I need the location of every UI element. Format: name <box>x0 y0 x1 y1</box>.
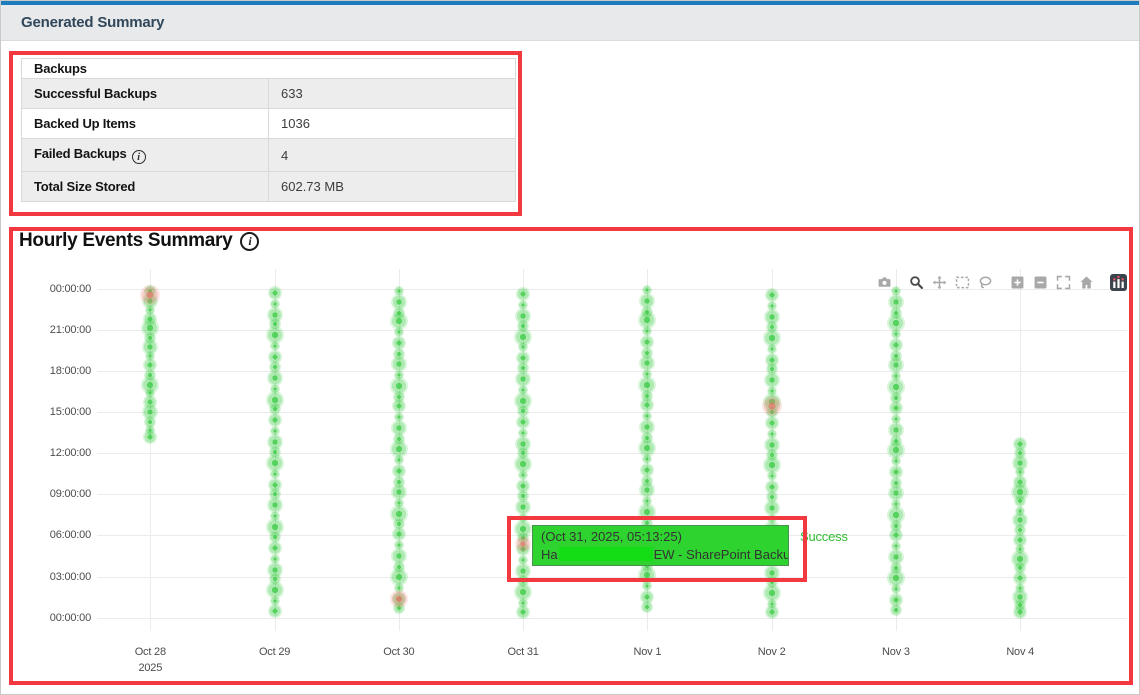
h-gridline <box>97 618 1127 619</box>
h-gridline <box>97 494 1127 495</box>
hover-series-label: Success <box>800 529 848 544</box>
x-tick-label: Nov 3 <box>882 644 910 660</box>
x-tick-sublabel: 2025 <box>135 660 166 676</box>
event-dot-success[interactable] <box>889 528 903 542</box>
y-tick-label: 06:00:00 <box>1 529 91 541</box>
tooltip-timestamp: (Oct 31, 2025, 05:13:25) <box>541 528 780 546</box>
x-tick-label: Nov 4 <box>1006 644 1034 660</box>
h-gridline <box>97 412 1127 413</box>
box-select-icon[interactable] <box>951 272 974 293</box>
chart-title: Hourly Events Summary <box>19 230 232 252</box>
zoom-in-icon[interactable] <box>1006 272 1029 293</box>
plotly-logo-icon[interactable] <box>1107 272 1130 293</box>
y-tick-label: 21:00:00 <box>1 324 91 336</box>
y-tick-label: 03:00:00 <box>1 571 91 583</box>
event-dot-success[interactable] <box>516 415 530 429</box>
hover-tooltip: (Oct 31, 2025, 05:13:25) HaEW - SharePoi… <box>532 525 789 566</box>
pan-icon[interactable] <box>928 272 951 293</box>
event-dot-success[interactable] <box>765 288 779 302</box>
h-gridline <box>97 330 1127 331</box>
event-dot-success[interactable] <box>765 605 779 619</box>
generated-summary-page: Generated Summary Backups Successful Bac… <box>0 0 1140 695</box>
event-dot-success[interactable] <box>640 398 654 412</box>
info-icon[interactable]: i <box>240 232 259 251</box>
y-tick-label: 00:00:00 <box>1 283 91 295</box>
y-tick-label: 18:00:00 <box>1 365 91 377</box>
x-tick-label: Nov 2 <box>758 644 786 660</box>
h-gridline <box>97 453 1127 454</box>
h-gridline <box>97 577 1127 578</box>
chart-title-row: Hourly Events Summary i <box>19 230 259 252</box>
h-gridline <box>97 371 1127 372</box>
event-dot-failed[interactable] <box>390 590 408 608</box>
zoom-icon[interactable] <box>905 272 928 293</box>
y-tick-label: 00:00:00 <box>1 612 91 624</box>
autoscale-icon[interactable] <box>1052 272 1075 293</box>
x-tick-label: Nov 1 <box>634 644 662 660</box>
y-tick-label: 15:00:00 <box>1 406 91 418</box>
chart-toolbar <box>873 272 1130 293</box>
y-tick-label: 12:00:00 <box>1 447 91 459</box>
lasso-icon[interactable] <box>974 272 997 293</box>
y-tick-label: 09:00:00 <box>1 488 91 500</box>
tooltip-arrow <box>532 539 533 553</box>
event-dot-failed[interactable] <box>762 396 782 416</box>
x-tick-label: Oct 282025 <box>135 644 166 676</box>
reset-home-icon[interactable] <box>1075 272 1098 293</box>
event-dot-success[interactable] <box>516 287 530 301</box>
event-dot-success[interactable] <box>268 541 282 555</box>
x-tick-label: Oct 30 <box>383 644 414 660</box>
hourly-events-scatter-plot: 00:00:00 21:00:00 18:00:00 15:00:00 12:00:00… <box>1 1 1139 694</box>
event-dot-success[interactable] <box>641 601 653 613</box>
event-dot-success[interactable] <box>268 286 282 300</box>
redaction-block <box>559 547 653 561</box>
event-dot-success[interactable] <box>143 430 157 444</box>
event-dot-success[interactable] <box>268 604 282 618</box>
tooltip-event-name: HaEW - SharePoint Backup (3 / 3) <box>541 546 780 564</box>
event-dot-success[interactable] <box>765 416 779 430</box>
event-dot-success[interactable] <box>392 527 406 541</box>
zoom-out-icon[interactable] <box>1029 272 1052 293</box>
event-dot-success[interactable] <box>890 604 902 616</box>
x-tick-label: Oct 29 <box>259 644 290 660</box>
event-dot-failed[interactable] <box>515 536 531 552</box>
event-dot-success[interactable] <box>268 413 282 427</box>
camera-icon[interactable] <box>873 272 896 293</box>
x-tick-label: Oct 31 <box>508 644 539 660</box>
event-dot-success[interactable] <box>889 401 903 415</box>
